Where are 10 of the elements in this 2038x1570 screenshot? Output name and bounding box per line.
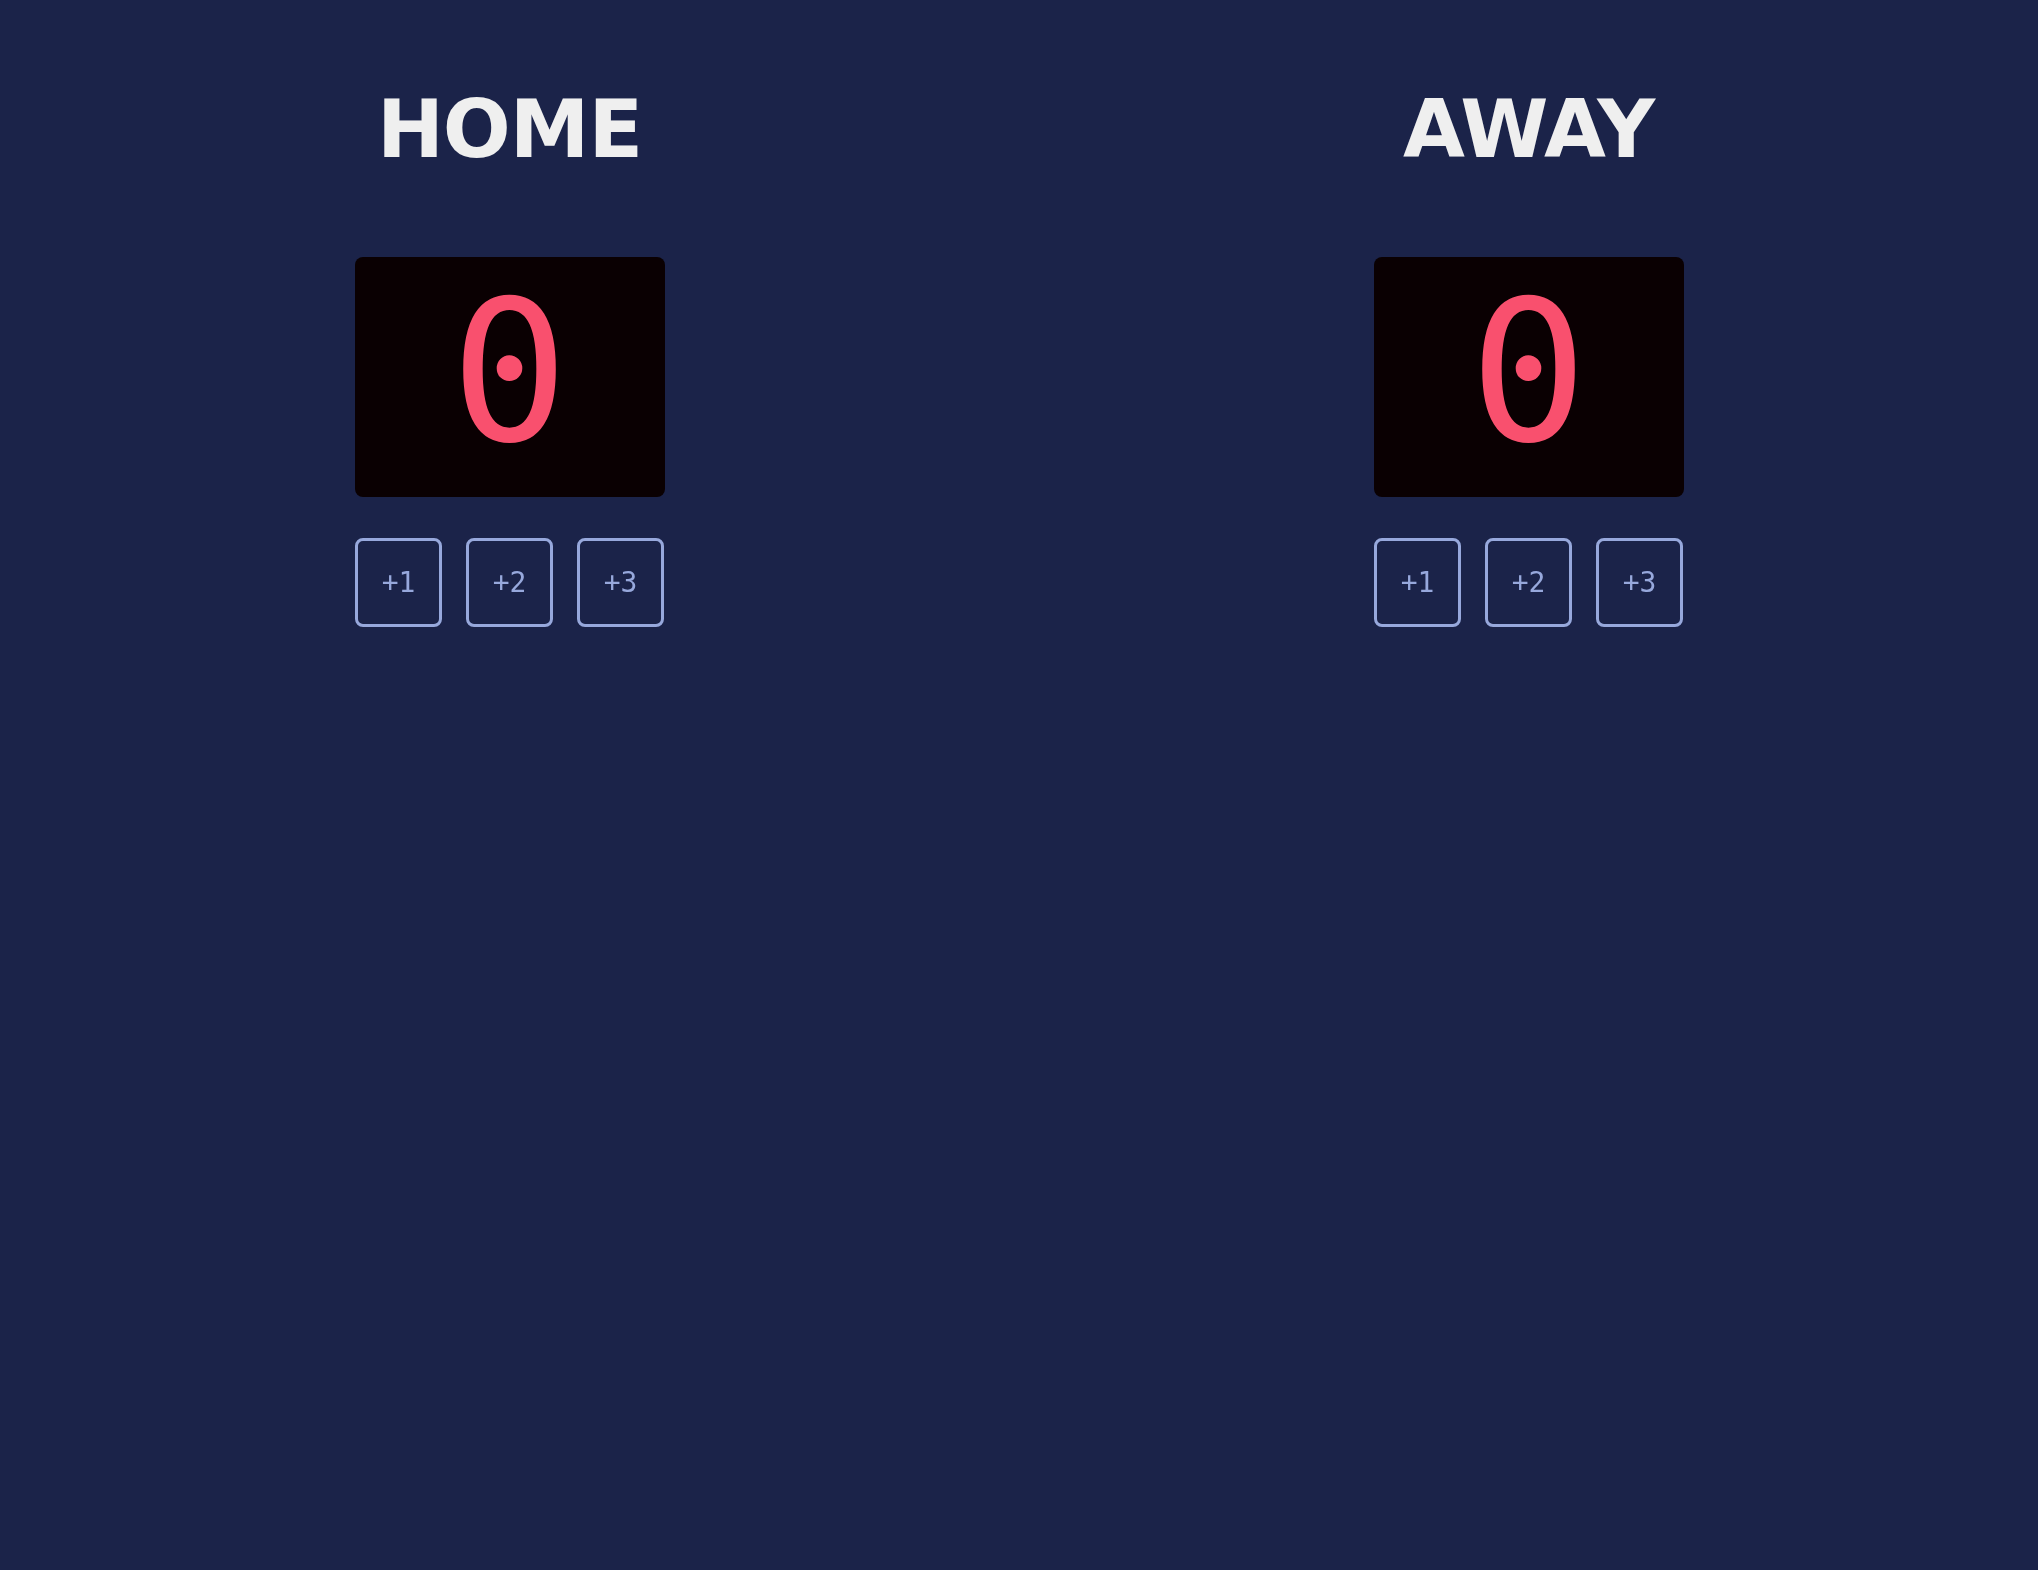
add-points-button[interactable]: +2 (1485, 538, 1572, 627)
add-points-button[interactable]: +3 (1596, 538, 1683, 627)
score-display: 0 (354, 257, 665, 497)
team-name: AWAY (1402, 88, 1655, 172)
team-name: HOME (376, 88, 643, 172)
add-points-button[interactable]: +1 (1374, 538, 1461, 627)
add-points-button[interactable]: +2 (466, 538, 553, 627)
add-points-button[interactable]: +1 (355, 538, 442, 627)
add-points-button[interactable]: +3 (577, 538, 664, 627)
score-display: 0 (1373, 257, 1684, 497)
